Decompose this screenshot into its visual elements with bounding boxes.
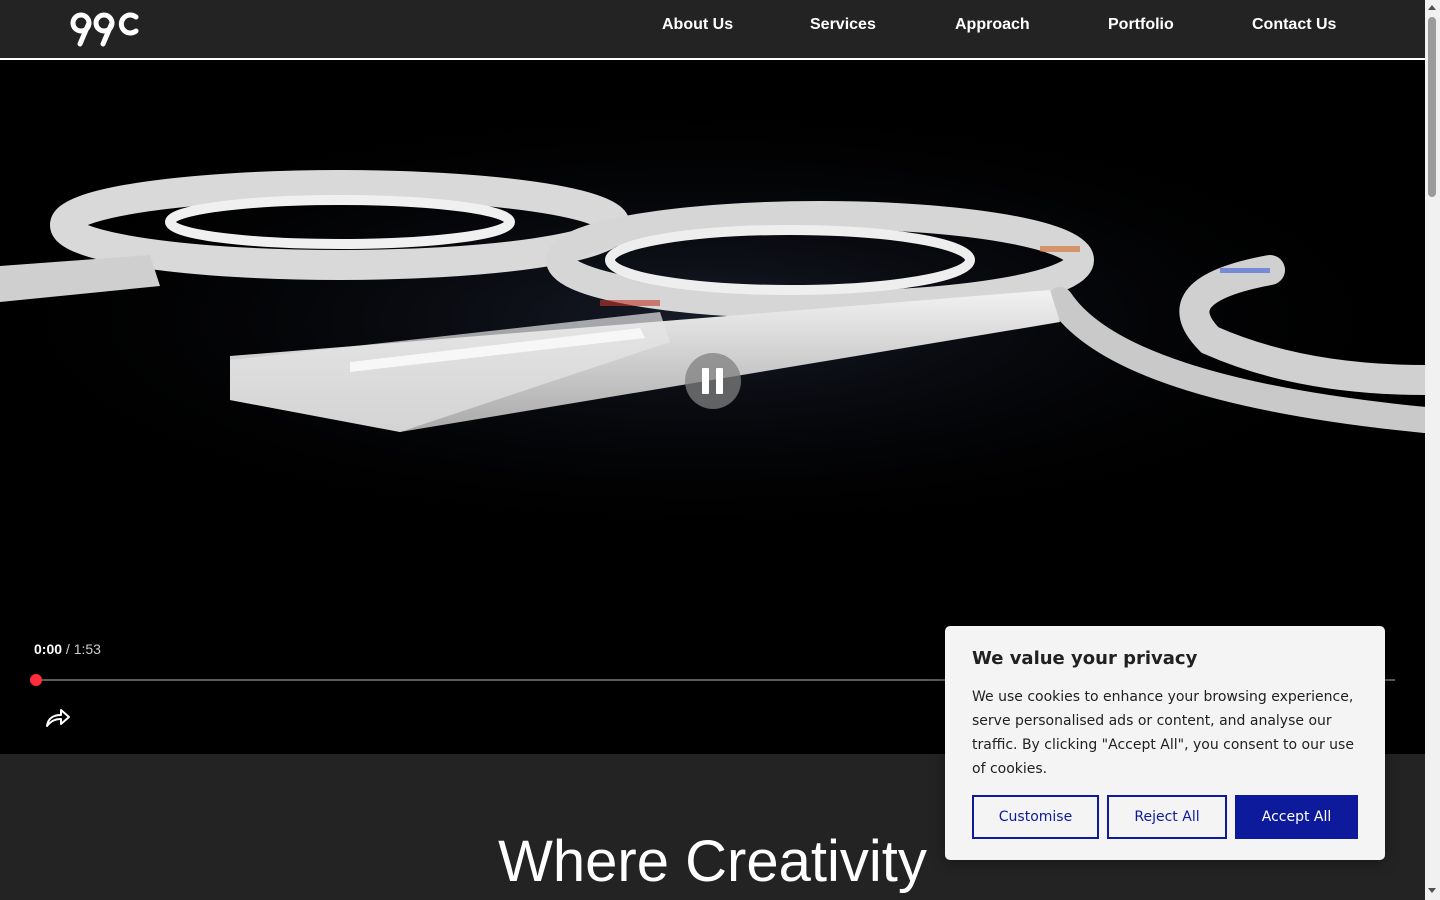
scroll-up-arrow-icon[interactable] — [1428, 5, 1436, 10]
reject-all-button[interactable]: Reject All — [1107, 795, 1227, 839]
cookie-consent-banner: We value your privacy We use cookies to … — [945, 626, 1385, 860]
duration: 1:53 — [73, 641, 101, 657]
nav-portfolio[interactable]: Portfolio — [1108, 16, 1174, 34]
page-scrollbar[interactable] — [1425, 0, 1440, 900]
video-time: 0:00 / 1:53 — [34, 641, 101, 657]
scroll-down-arrow-icon[interactable] — [1428, 888, 1436, 893]
cookie-description: We use cookies to enhance your browsing … — [972, 689, 1354, 777]
nav-about-us[interactable]: About Us — [662, 16, 733, 34]
customise-button[interactable]: Customise — [972, 795, 1099, 839]
nav-contact-us[interactable]: Contact Us — [1252, 16, 1336, 34]
accept-all-button[interactable]: Accept All — [1235, 795, 1358, 839]
pause-button[interactable] — [685, 353, 741, 409]
site-logo[interactable] — [70, 10, 140, 48]
cookie-title: We value your privacy — [972, 648, 1198, 669]
scroll-thumb[interactable] — [1428, 17, 1436, 197]
nav-approach[interactable]: Approach — [955, 16, 1030, 34]
pause-icon — [702, 368, 709, 394]
progress-knob[interactable] — [30, 674, 42, 686]
share-icon[interactable] — [44, 706, 72, 730]
nav-services[interactable]: Services — [810, 16, 876, 34]
current-time: 0:00 — [34, 641, 63, 657]
site-header: About Us Services Approach Portfolio Con… — [0, 0, 1425, 60]
